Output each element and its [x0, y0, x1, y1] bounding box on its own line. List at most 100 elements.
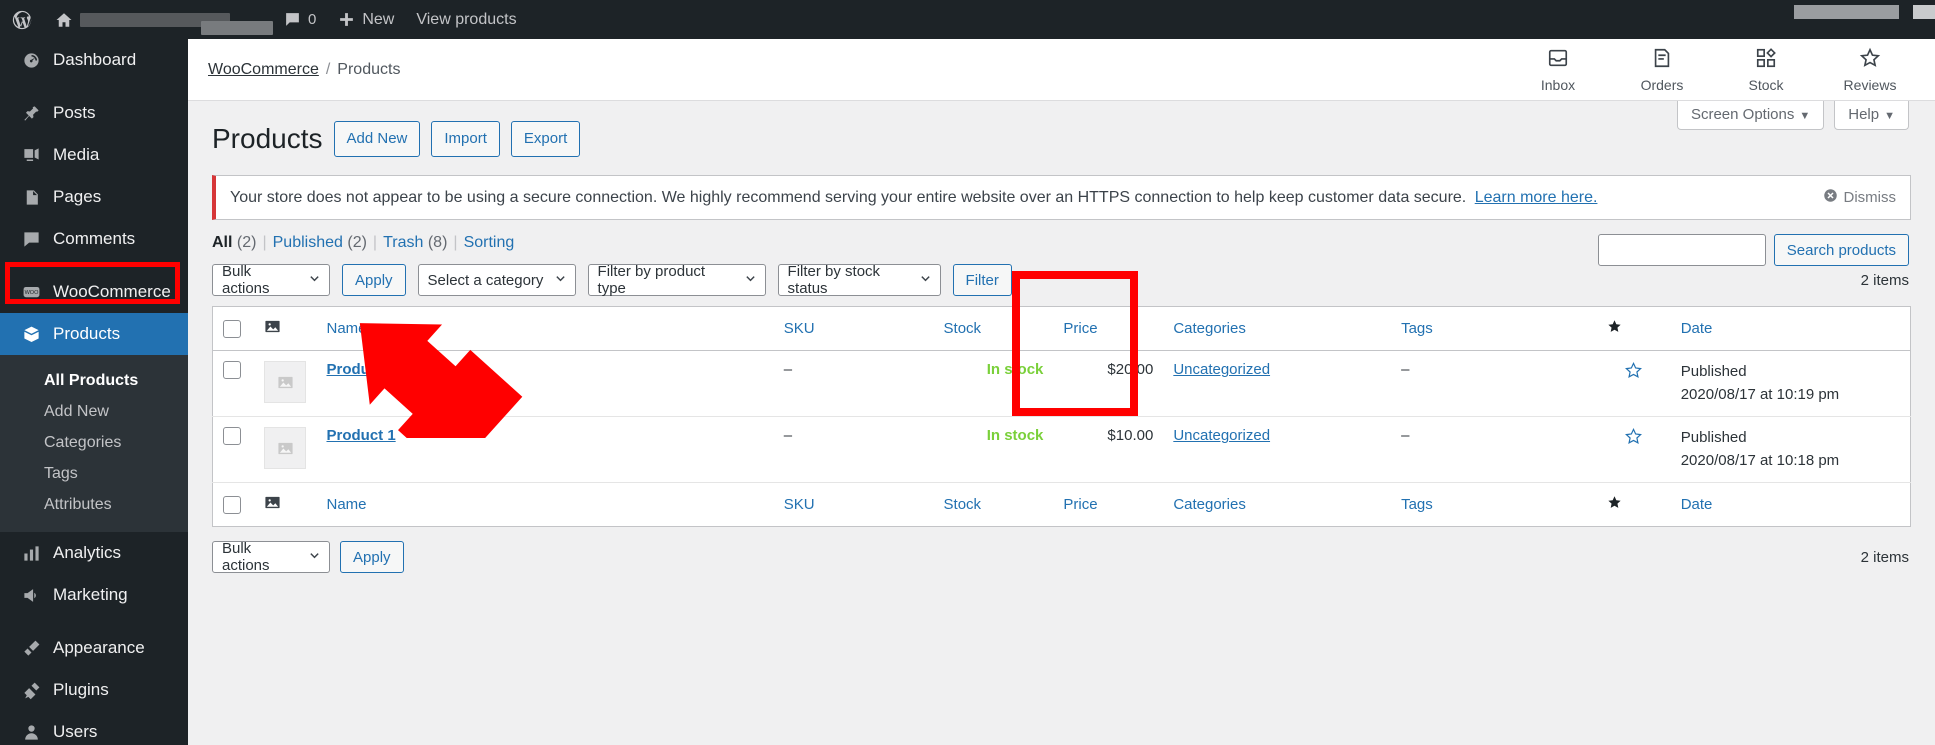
row-checkbox[interactable] — [223, 361, 241, 380]
sidebar-item-dashboard[interactable]: Dashboard — [0, 39, 188, 81]
star-outline-icon[interactable] — [1624, 428, 1643, 450]
column-header-price[interactable]: Price — [1053, 306, 1164, 352]
submenu-item-categories[interactable]: Categories — [0, 427, 188, 458]
breadcrumb-link-woocommerce[interactable]: WooCommerce — [208, 61, 319, 78]
filter-separator: | — [372, 234, 378, 252]
sidebar-item-label: Users — [53, 722, 98, 741]
submenu-item-add-new[interactable]: Add New — [0, 396, 188, 427]
products-table: Name SKU Stock Price Categories Tags Dat… — [212, 306, 1911, 528]
activity-label: Orders — [1640, 76, 1684, 93]
sidebar-item-analytics[interactable]: Analytics — [0, 532, 188, 574]
filter-count-trash: (8) — [427, 234, 448, 252]
export-button[interactable]: Export — [510, 121, 581, 157]
sidebar-item-label: WooCommerce — [53, 282, 171, 301]
column-header-name[interactable]: Name — [316, 306, 774, 352]
sidebar-item-users[interactable]: Users — [0, 711, 188, 745]
sidebar-item-comments[interactable]: Comments — [0, 218, 188, 260]
chevron-down-icon: ▼ — [1799, 110, 1811, 122]
select-all-checkbox-top[interactable] — [223, 319, 241, 338]
column-footer-date[interactable]: Date — [1670, 482, 1911, 527]
apply-button-bottom[interactable]: Apply — [340, 541, 404, 574]
submenu-item-tags[interactable]: Tags — [0, 458, 188, 489]
column-header-sku[interactable]: SKU — [773, 306, 934, 352]
activity-button-orders[interactable]: Orders — [1633, 47, 1691, 93]
activity-label: Stock — [1748, 76, 1784, 93]
product-name-link[interactable]: Product 1 — [326, 427, 395, 444]
sidebar-item-media[interactable]: Media — [0, 134, 188, 176]
filter-button[interactable]: Filter — [952, 264, 1012, 297]
bar-chart-icon — [21, 543, 42, 564]
table-row[interactable]: Product 2 – In stock $20.00 Uncategorize… — [212, 350, 1911, 418]
column-footer-name[interactable]: Name — [316, 482, 774, 527]
activity-button-stock[interactable]: Stock — [1737, 47, 1795, 93]
grid-shapes-icon — [1755, 47, 1777, 74]
filter-link-all[interactable]: All — [212, 234, 232, 251]
column-header-date[interactable]: Date — [1670, 306, 1911, 352]
help-tab[interactable]: Help ▼ — [1834, 101, 1909, 130]
chevron-down-icon — [309, 273, 320, 287]
screen-options-tab[interactable]: Screen Options ▼ — [1676, 101, 1825, 130]
apply-button-top[interactable]: Apply — [342, 264, 406, 297]
category-link[interactable]: Uncategorized — [1173, 361, 1270, 378]
add-new-button[interactable]: Add New — [333, 121, 421, 157]
post-date-value: 2020/08/17 at 10:18 pm — [1680, 451, 1840, 469]
row-sku-cell: – — [773, 350, 934, 418]
product-name-link[interactable]: Product 2 — [326, 361, 395, 378]
activity-button-reviews[interactable]: Reviews — [1841, 47, 1899, 93]
category-filter-select[interactable]: Select a category — [417, 264, 576, 297]
comments-button[interactable]: 0 — [273, 0, 327, 39]
table-row[interactable]: Product 1 – In stock $10.00 Uncategorize… — [212, 416, 1911, 484]
new-content-button[interactable]: New — [327, 0, 405, 39]
view-products-button[interactable]: View products — [405, 0, 527, 39]
page-icon — [21, 187, 42, 208]
activity-button-inbox[interactable]: Inbox — [1529, 47, 1587, 93]
user-icon — [21, 722, 42, 743]
sidebar-item-appearance[interactable]: Appearance — [0, 627, 188, 669]
sidebar-item-products[interactable]: Products — [0, 313, 188, 355]
bulk-actions-select-bottom[interactable]: Bulk actions — [212, 540, 330, 575]
sidebar-item-marketing[interactable]: Marketing — [0, 574, 188, 616]
import-button[interactable]: Import — [431, 121, 500, 157]
sidebar-item-plugins[interactable]: Plugins — [0, 669, 188, 711]
filter-link-sorting[interactable]: Sorting — [464, 234, 515, 251]
row-checkbox[interactable] — [223, 427, 241, 446]
row-tags-cell: – — [1391, 416, 1597, 484]
submenu-item-all-products[interactable]: All Products — [0, 365, 188, 396]
product-type-filter-select[interactable]: Filter by product type — [587, 263, 766, 297]
stock-status-filter-select[interactable]: Filter by stock status — [777, 263, 941, 297]
woocommerce-icon: WOO — [21, 282, 42, 303]
category-link[interactable]: Uncategorized — [1173, 427, 1270, 444]
sidebar-item-woocommerce[interactable]: WOO WooCommerce — [0, 271, 188, 313]
comment-bubble-icon — [21, 229, 42, 250]
notice-dismiss-button[interactable]: Dismiss — [1823, 188, 1896, 207]
row-stock-cell: In stock — [933, 416, 1054, 484]
column-footer-price[interactable]: Price — [1053, 482, 1164, 527]
tablenav-bottom: Bulk actions Apply 2 items — [188, 527, 1935, 575]
site-name-redacted-2 — [201, 21, 273, 35]
stock-status-badge: In stock — [986, 427, 1044, 445]
sidebar-item-posts[interactable]: Posts — [0, 92, 188, 134]
bulk-actions-label: Bulk actions — [222, 540, 270, 575]
wordpress-logo-button[interactable] — [0, 0, 44, 39]
sidebar-item-label: Analytics — [53, 543, 122, 562]
view-products-label: View products — [416, 10, 517, 28]
column-footer-sku[interactable]: SKU — [773, 482, 934, 527]
media-icon — [21, 145, 42, 166]
select-all-checkbox-bottom[interactable] — [223, 495, 241, 514]
notice-learn-more-link[interactable]: Learn more here. — [1475, 189, 1598, 206]
star-outline-icon[interactable] — [1624, 362, 1643, 384]
image-icon — [264, 321, 281, 339]
home-icon — [55, 11, 73, 29]
sidebar-item-label: Dashboard — [53, 50, 137, 69]
sidebar-item-pages[interactable]: Pages — [0, 176, 188, 218]
filter-link-published[interactable]: Published — [273, 234, 343, 251]
filter-link-trash[interactable]: Trash — [383, 234, 423, 251]
bulk-actions-select-top[interactable]: Bulk actions — [212, 263, 330, 297]
page-title: Products — [212, 123, 323, 154]
star-filled-icon — [1607, 496, 1622, 514]
woocommerce-embedded-header: WooCommerce / Products Inbox Orders Stock — [188, 39, 1935, 101]
column-header-featured — [1596, 306, 1671, 352]
row-categories-cell: Uncategorized — [1163, 350, 1392, 418]
row-thumbnail-cell — [254, 416, 317, 484]
submenu-item-attributes[interactable]: Attributes — [0, 489, 188, 520]
